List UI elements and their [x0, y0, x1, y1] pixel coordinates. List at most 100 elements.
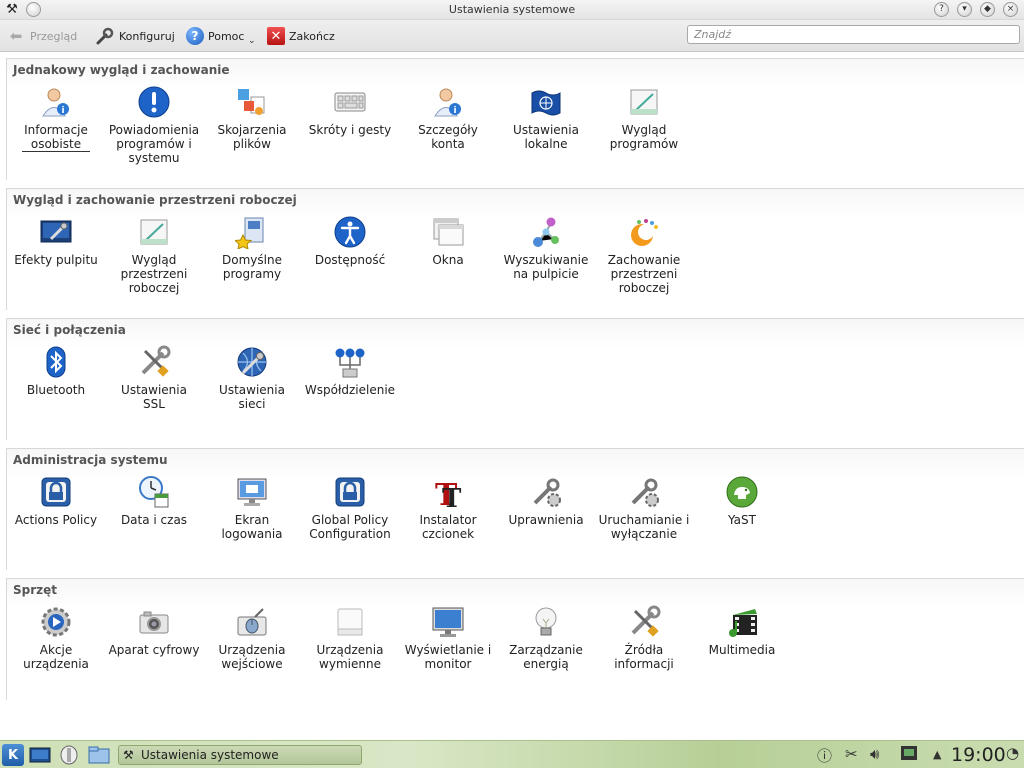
module-label: Aparat cyfrowy: [108, 643, 200, 657]
module-item[interactable]: Efekty pulpitu: [7, 215, 105, 295]
module-item[interactable]: Multimedia: [693, 605, 791, 671]
window-titlebar[interactable]: ⚒ Ustawienia systemowe ? ▾ ◆ ×: [0, 0, 1024, 20]
back-button[interactable]: ⬅ Przegląd: [6, 24, 78, 48]
module-item[interactable]: Wyszukiwanie na pulpicie: [497, 215, 595, 295]
info-icon[interactable]: ⓘ: [817, 745, 832, 766]
module-item[interactable]: Dostępność: [301, 215, 399, 295]
file-manager-icon[interactable]: [88, 744, 110, 766]
module-label: Multimedia: [708, 643, 776, 657]
search-input[interactable]: [687, 25, 1020, 44]
module-item[interactable]: Ekran logowania: [203, 475, 301, 541]
module-item[interactable]: Zarządzanie energią: [497, 605, 595, 671]
module-item[interactable]: Zachowanie przestrzeni roboczej: [595, 215, 693, 295]
module-item[interactable]: Actions Policy: [7, 475, 105, 541]
module-item[interactable]: Wygląd programów: [595, 85, 693, 165]
category-section: Sieć i połączenia Bluetooth Ustawienia SSL…: [6, 318, 1024, 440]
module-item[interactable]: Ustawienia sieci: [203, 345, 301, 411]
module-item[interactable]: Urządzenia wymienne: [301, 605, 399, 671]
task-label: Ustawienia systemowe: [141, 748, 279, 762]
locale-flag-icon: [529, 85, 563, 119]
volume-icon[interactable]: 🔊︎: [870, 745, 879, 763]
policy-lock-icon: [39, 475, 73, 509]
quit-button[interactable]: ✕ Zakończ: [267, 24, 335, 48]
module-label: Ustawienia sieci: [219, 383, 285, 411]
network-settings-icon: [235, 345, 269, 379]
module-item[interactable]: Współdzielenie: [301, 345, 399, 411]
module-label: Wygląd przestrzeni roboczej: [120, 253, 188, 295]
module-item[interactable]: YaST: [693, 475, 791, 541]
module-item[interactable]: Skojarzenia plików: [203, 85, 301, 165]
module-label: Urządzenia wymienne: [316, 643, 384, 671]
back-arrow-icon: ⬅: [9, 27, 23, 45]
desktop-search-icon: [529, 215, 563, 249]
module-item[interactable]: Uruchamianie i wyłączanie: [595, 475, 693, 541]
module-label: Szczegóły konta: [418, 123, 478, 151]
help-window-button[interactable]: ?: [934, 2, 949, 17]
pager-icon[interactable]: [58, 744, 80, 766]
app-appearance-icon: [627, 85, 661, 119]
module-item[interactable]: Źródła informacji: [595, 605, 693, 671]
permissions-icon: [529, 475, 563, 509]
windows-icon: [431, 215, 465, 249]
window-title: Ustawienia systemowe: [448, 3, 576, 16]
category-items: Bluetooth Ustawienia SSL Ustawienia sieci W…: [7, 345, 399, 411]
power-bulb-icon: [529, 605, 563, 639]
module-item[interactable]: Data i czas: [105, 475, 203, 541]
svg-text:T: T: [442, 484, 462, 509]
desktop-icon[interactable]: [29, 744, 51, 766]
module-label: Ekran logowania: [221, 513, 283, 541]
account-details-icon: i: [431, 85, 465, 119]
back-label: Przegląd: [30, 29, 78, 43]
close-button[interactable]: ×: [1003, 2, 1018, 17]
module-item[interactable]: i Szczegóły konta: [399, 85, 497, 165]
module-item[interactable]: Skróty i gesty: [301, 85, 399, 165]
module-item[interactable]: Urządzenia wejściowe: [203, 605, 301, 671]
minimize-button[interactable]: ▾: [957, 2, 972, 17]
workspace-behavior-icon: [627, 215, 661, 249]
module-item[interactable]: Akcje urządzenia: [7, 605, 105, 671]
module-label: Wyszukiwanie na pulpicie: [503, 253, 589, 281]
maximize-button[interactable]: ◆: [980, 2, 995, 17]
module-label: Źródła informacji: [614, 643, 674, 671]
network-icon[interactable]: [900, 745, 918, 765]
global-policy-lock-icon: [333, 475, 367, 509]
module-label: Ustawienia SSL: [121, 383, 187, 411]
module-item[interactable]: Ustawienia SSL: [105, 345, 203, 411]
module-item[interactable]: Bluetooth: [7, 345, 105, 411]
module-item[interactable]: Global Policy Configuration: [301, 475, 399, 541]
module-item[interactable]: Domyślne programy: [203, 215, 301, 295]
font-installer-icon: TT: [431, 475, 465, 509]
module-item[interactable]: Uprawnienia: [497, 475, 595, 541]
help-label: Pomoc: [208, 29, 245, 43]
input-devices-icon: [235, 605, 269, 639]
clock-extra-icon: ◔: [1006, 744, 1020, 762]
task-system-settings[interactable]: ⚒ Ustawienia systemowe: [118, 745, 362, 765]
help-button[interactable]: ? Pomoc: [186, 24, 244, 48]
module-label: Uruchamianie i wyłączanie: [598, 513, 690, 541]
module-item[interactable]: Wygląd przestrzeni roboczej: [105, 215, 203, 295]
chevron-up-icon[interactable]: ▲: [933, 748, 941, 761]
chevron-down-icon[interactable]: ⌄: [248, 36, 256, 46]
configure-button[interactable]: Konfiguruj: [95, 24, 175, 48]
module-item[interactable]: Wyświetlanie i monitor: [399, 605, 497, 671]
kde-menu-icon[interactable]: K: [2, 744, 24, 766]
module-label: Powiadomienia programów i systemu: [108, 123, 200, 165]
notification-icon: [137, 85, 171, 119]
module-item[interactable]: Aparat cyfrowy: [105, 605, 203, 671]
workspace-appearance-icon: [137, 215, 171, 249]
scissors-icon[interactable]: ✂: [845, 745, 858, 763]
module-item[interactable]: Okna: [399, 215, 497, 295]
category-title: Wygląd i zachowanie przestrzeni roboczej: [13, 193, 297, 207]
module-item[interactable]: T T Instalator czcionek: [399, 475, 497, 541]
module-item[interactable]: Powiadomienia programów i systemu: [105, 85, 203, 165]
clock[interactable]: 19:00: [951, 744, 1006, 766]
category-section: Wygląd i zachowanie przestrzeni roboczej…: [6, 188, 1024, 310]
multimedia-icon: [725, 605, 759, 639]
module-item[interactable]: Ustawienia lokalne: [497, 85, 595, 165]
module-item[interactable]: i Informacje osobiste: [7, 85, 105, 165]
category-section: Jednakowy wygląd i zachowanie i Informacje…: [6, 58, 1024, 180]
module-label: Bluetooth: [26, 383, 86, 397]
file-association-icon: [235, 85, 269, 119]
desktop-effects-icon: [39, 215, 73, 249]
category-title: Administracja systemu: [13, 453, 168, 467]
